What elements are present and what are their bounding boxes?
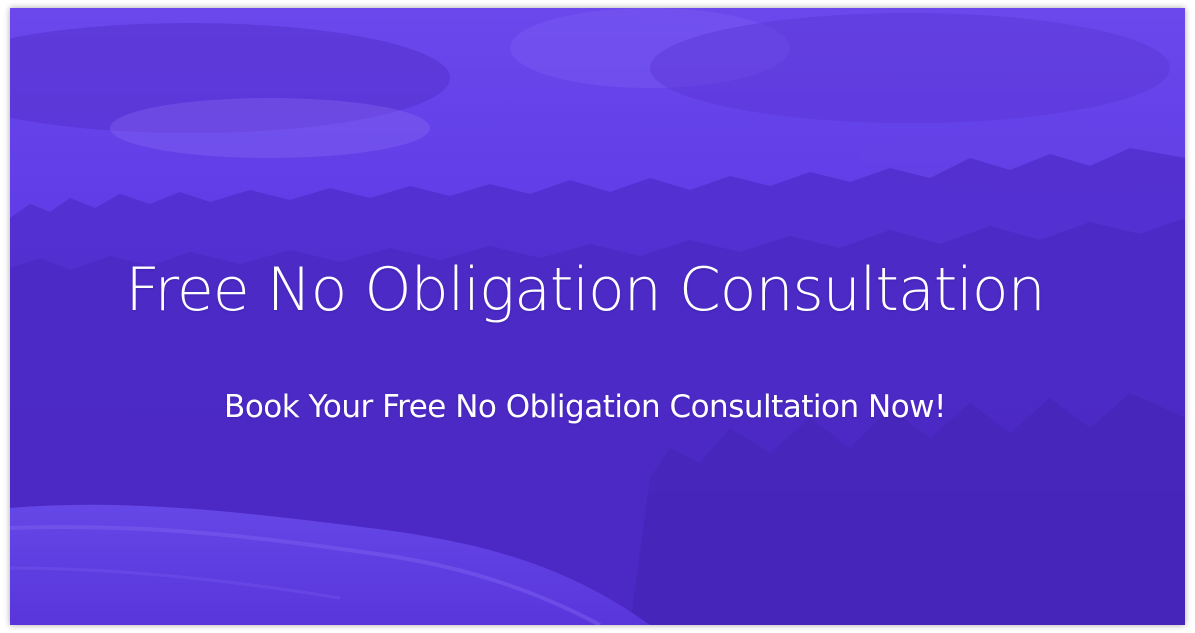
hero-banner: Free No Obligation Consultation Book You… [10, 8, 1185, 625]
hero-title: Free No Obligation Consultation [125, 255, 1045, 326]
hero-subtitle: Book Your Free No Obligation Consultatio… [224, 389, 946, 425]
